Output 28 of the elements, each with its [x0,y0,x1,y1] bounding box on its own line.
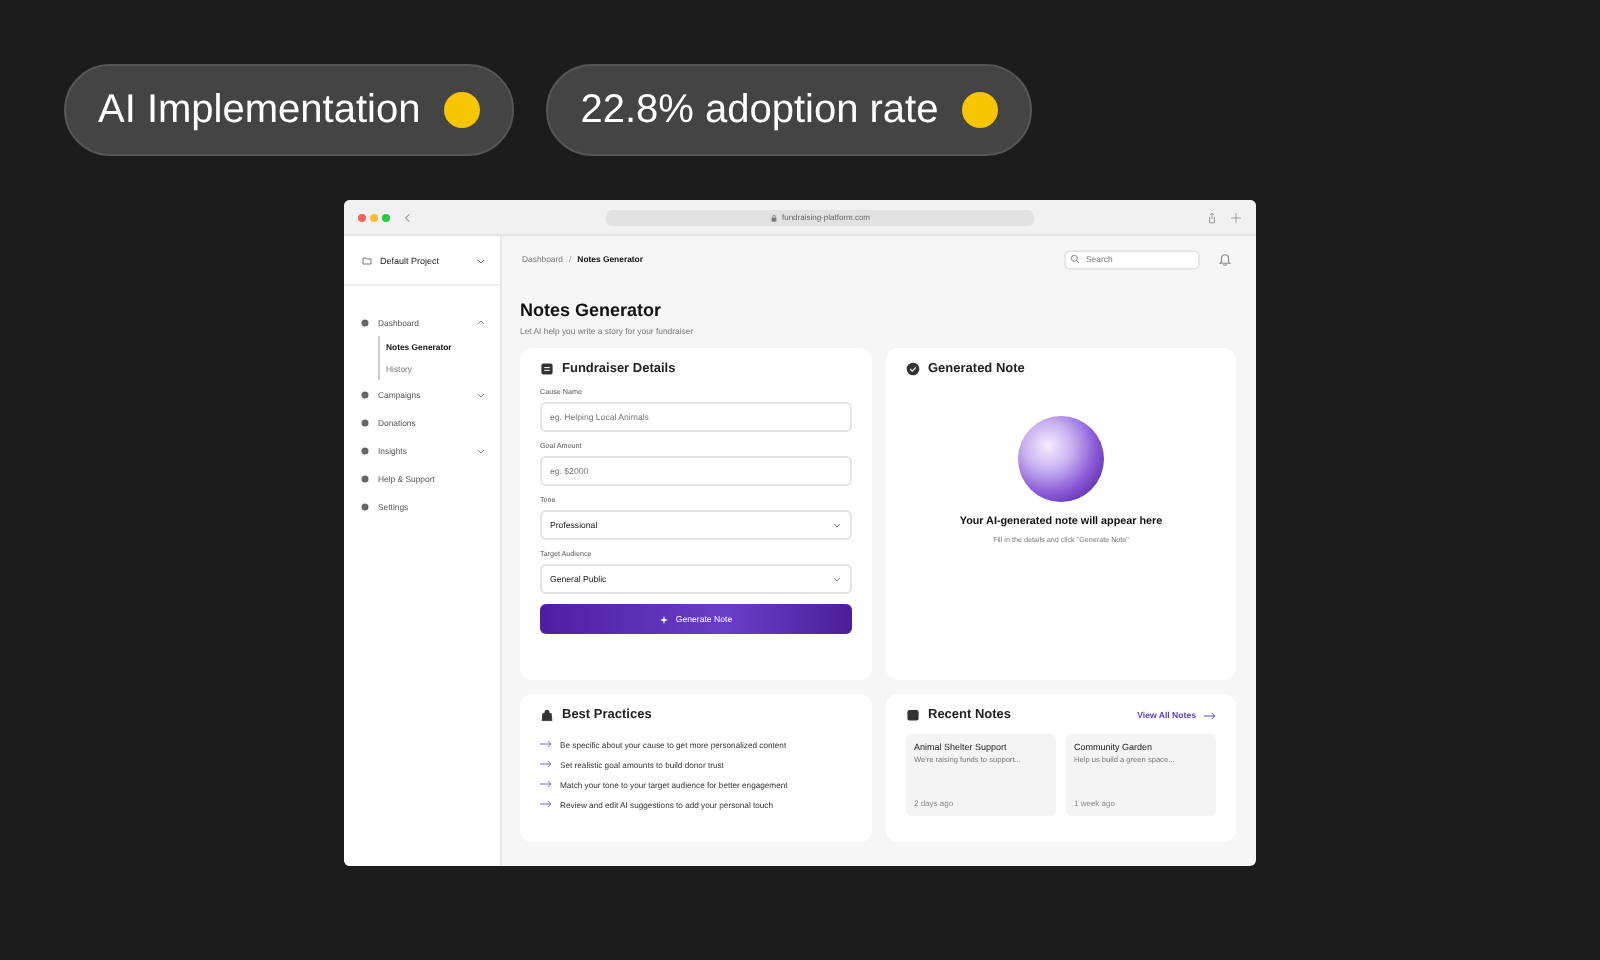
badge-label: 22.8% adoption rate [580,87,939,133]
nav-icon [360,473,370,483]
back-icon[interactable] [402,211,414,223]
sparkle-icon [659,615,668,623]
arrow-right-icon [1204,711,1216,719]
document-icon [540,362,554,376]
bag-icon [540,708,554,722]
badge-label: AI Implementation [98,87,421,133]
nav-icon [360,417,370,427]
arrow-right-icon [540,800,552,808]
window-controls-icon[interactable] [358,213,390,221]
search-icon [1070,254,1080,264]
nav-icon [360,501,370,511]
lock-icon [769,213,778,221]
arrow-right-icon [540,740,552,748]
share-icon[interactable] [1206,211,1218,223]
nav-icon [360,317,370,327]
nav-icon [360,445,370,455]
new-tab-icon[interactable] [1230,211,1242,223]
arrow-right-icon [540,780,552,788]
page-title: Notes Generator [520,300,664,320]
arrow-right-icon [540,760,552,768]
orb-drawing [1018,416,1104,502]
bell-icon[interactable] [1218,252,1232,266]
folder-icon [362,255,372,265]
nav-icon [360,389,370,399]
notes-icon [906,708,920,722]
check-circle-icon [906,362,920,376]
